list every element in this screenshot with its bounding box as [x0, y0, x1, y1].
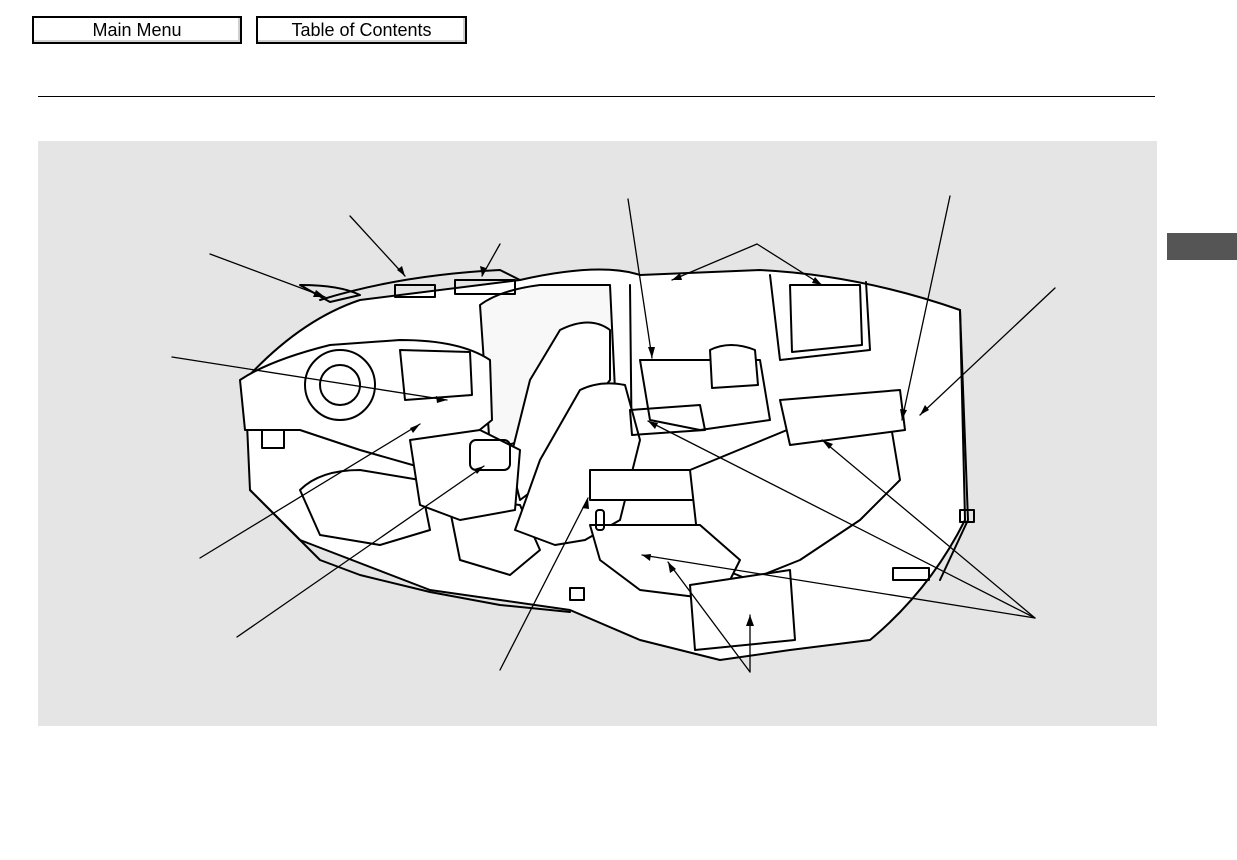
vehicle-interior-illustration [171, 195, 1056, 673]
